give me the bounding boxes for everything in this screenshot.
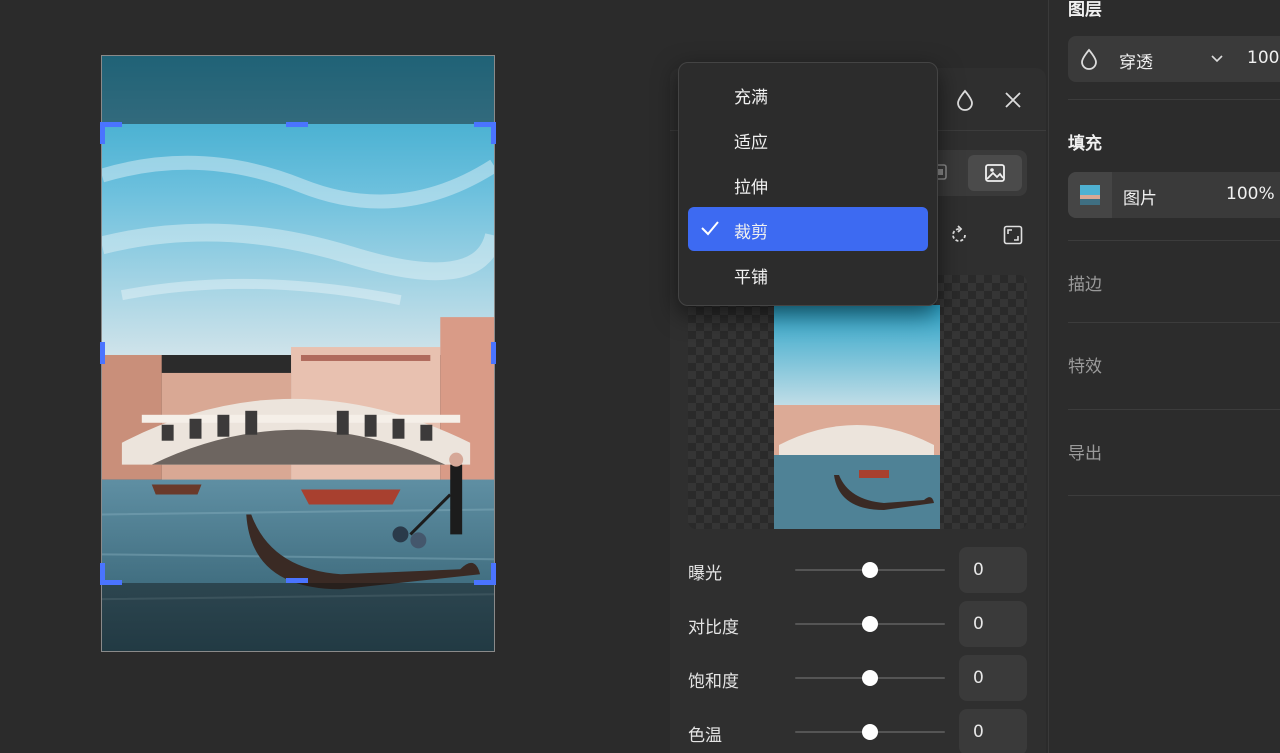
menu-item-fill[interactable]: 充满 xyxy=(688,72,928,116)
menu-item-label: 充满 xyxy=(734,88,768,108)
opacity-button[interactable] xyxy=(952,87,978,113)
contrast-slider-knob[interactable] xyxy=(862,616,878,632)
fill-type-image-icon-wrap[interactable] xyxy=(968,155,1022,191)
expand-button[interactable] xyxy=(1000,222,1026,248)
image-preview[interactable] xyxy=(688,275,1027,529)
rotate-button[interactable] xyxy=(946,222,972,248)
exposure-slider-knob[interactable] xyxy=(862,562,878,578)
crop-handle-bottom[interactable] xyxy=(286,578,308,583)
menu-item-tile[interactable]: 平铺 xyxy=(688,252,928,296)
image-icon xyxy=(985,164,1005,182)
blend-mode-select[interactable]: 穿透 100 xyxy=(1068,36,1280,82)
effects-section-title[interactable]: 特效 xyxy=(1068,352,1102,377)
crop-mask-top xyxy=(102,56,494,124)
rotate-icon xyxy=(952,225,966,242)
layer-section-title: 图层 xyxy=(1068,0,1102,20)
close-icon xyxy=(1005,92,1021,108)
saturation-slider-knob[interactable] xyxy=(862,670,878,686)
fill-row[interactable]: 图片 100% xyxy=(1068,172,1280,218)
stroke-section-title[interactable]: 描边 xyxy=(1068,270,1102,295)
image-layer[interactable] xyxy=(101,55,495,652)
crop-handle-top-right[interactable] xyxy=(491,122,496,144)
crop-handle-top[interactable] xyxy=(286,122,308,127)
menu-item-stretch[interactable]: 拉伸 xyxy=(688,162,928,206)
export-section-title[interactable]: 导出 xyxy=(1068,439,1102,464)
layer-opacity-value[interactable]: 100 xyxy=(1247,48,1279,68)
fill-type-label: 图片 xyxy=(1123,189,1157,209)
crop-handle-bottom-right[interactable] xyxy=(491,563,496,585)
section-divider xyxy=(1068,322,1280,323)
close-button[interactable] xyxy=(1000,87,1026,113)
crop-handle-top-left[interactable] xyxy=(100,122,105,144)
crop-mode-menu: 充满 适应 拉伸 裁剪 平铺 xyxy=(678,62,938,306)
preview-thumbnail xyxy=(774,305,940,529)
temperature-value-input[interactable]: 0 xyxy=(959,709,1027,753)
chevron-down-icon xyxy=(1211,55,1223,63)
adjustment-contrast: 对比度 0 xyxy=(688,601,1028,647)
contrast-value-input[interactable]: 0 xyxy=(959,601,1027,647)
adjustment-exposure: 曝光 0 xyxy=(688,547,1028,593)
menu-item-crop[interactable]: 裁剪 xyxy=(688,207,928,251)
section-divider xyxy=(1068,409,1280,410)
adjustment-label: 对比度 xyxy=(688,618,739,638)
blend-mode-value: 穿透 xyxy=(1119,53,1153,73)
menu-item-label: 裁剪 xyxy=(734,223,768,243)
menu-item-label: 适应 xyxy=(734,133,768,153)
section-divider xyxy=(1068,99,1280,100)
menu-item-label: 拉伸 xyxy=(734,178,768,198)
droplet-icon xyxy=(957,89,973,111)
crop-handle-right[interactable] xyxy=(491,342,496,364)
adjustment-label: 曝光 xyxy=(688,564,722,584)
fill-opacity-value[interactable]: 100% xyxy=(1226,184,1275,204)
adjustment-label: 饱和度 xyxy=(688,672,739,692)
expand-icon xyxy=(1003,225,1023,245)
temperature-slider-knob[interactable] xyxy=(862,724,878,740)
adjustment-label: 色温 xyxy=(688,726,722,746)
section-divider xyxy=(1068,495,1280,496)
saturation-value-input[interactable]: 0 xyxy=(959,655,1027,701)
checkmark-icon xyxy=(701,221,719,236)
crop-handle-left[interactable] xyxy=(100,342,105,364)
image-thumbnail-icon xyxy=(1080,185,1100,205)
properties-sidebar: 图层 穿透 100 填充 图片 100% 描边 特效 导出 xyxy=(1048,0,1280,753)
fill-image-thumbnail[interactable] xyxy=(1068,172,1112,218)
exposure-value-input[interactable]: 0 xyxy=(959,547,1027,593)
crop-handle-bottom-left[interactable] xyxy=(100,563,105,585)
droplet-icon xyxy=(1081,48,1097,70)
fill-section-title: 填充 xyxy=(1068,134,1102,154)
adjustment-saturation: 饱和度 0 xyxy=(688,655,1028,701)
section-divider xyxy=(1068,240,1280,241)
venice-photo xyxy=(102,56,494,651)
adjustment-temperature: 色温 0 xyxy=(688,709,1028,753)
crop-mask-bottom xyxy=(102,583,494,651)
menu-item-fit[interactable]: 适应 xyxy=(688,117,928,161)
menu-item-label: 平铺 xyxy=(734,268,768,288)
